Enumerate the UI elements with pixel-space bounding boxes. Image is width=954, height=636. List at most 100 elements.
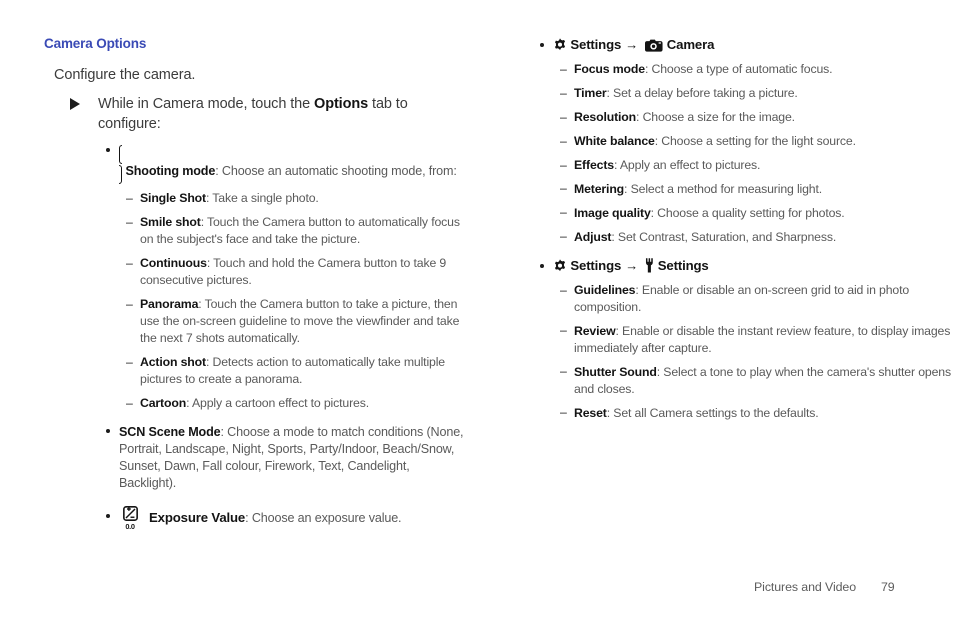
exposure-value-term: Exposure Value bbox=[149, 509, 246, 525]
dash-bullet-icon: – bbox=[126, 190, 133, 205]
setting-term: Review bbox=[574, 323, 616, 338]
setting-term: Adjust bbox=[574, 229, 612, 244]
shooting-mode-desc: : Choose an automatic shooting mode, fro… bbox=[215, 164, 457, 179]
mode-term: Cartoon bbox=[140, 396, 187, 411]
dash-bullet-icon: – bbox=[560, 229, 567, 244]
setting-term: Shutter Sound bbox=[574, 364, 657, 379]
dash-bullet-icon: – bbox=[126, 214, 133, 229]
list-item: – Adjust: Set Contrast, Saturation, and … bbox=[560, 229, 952, 246]
list-item: – Continuous: Touch and hold the Camera … bbox=[126, 255, 464, 289]
setting-desc: : Enable or disable the instant review f… bbox=[574, 323, 951, 355]
setting-term: Resolution bbox=[574, 110, 637, 125]
dash-bullet-icon: – bbox=[560, 282, 567, 297]
list-item: – Resolution: Choose a size for the imag… bbox=[560, 109, 952, 126]
list-item: – Guidelines: Enable or disable an on-sc… bbox=[560, 282, 952, 316]
dash-bullet-icon: – bbox=[560, 364, 567, 379]
triangle-bullet-icon bbox=[70, 98, 80, 110]
manual-page: Camera Options Configure the camera. Whi… bbox=[0, 0, 954, 636]
setting-term: White balance bbox=[574, 134, 655, 149]
bullet-dot-icon bbox=[106, 513, 110, 518]
intro-text: Configure the camera. bbox=[54, 67, 196, 83]
mode-term: Smile shot bbox=[140, 215, 201, 230]
list-item: – White balance: Choose a setting for th… bbox=[560, 133, 952, 150]
footer-chapter: Pictures and Video bbox=[754, 580, 856, 594]
setting-term: Metering bbox=[574, 181, 625, 196]
setting-desc: : Choose a quality setting for photos. bbox=[650, 205, 845, 220]
mode-desc: : Apply a cartoon effect to pictures. bbox=[186, 396, 369, 411]
footer-page-number: 79 bbox=[881, 580, 895, 594]
page-title: Camera Options bbox=[44, 36, 147, 51]
dash-bullet-icon: – bbox=[560, 109, 567, 124]
gear-icon bbox=[553, 38, 570, 52]
mode-term: Continuous bbox=[140, 256, 207, 271]
list-item: – Timer: Set a delay before taking a pic… bbox=[560, 85, 952, 102]
shooting-mode-term: Shooting mode bbox=[125, 164, 216, 179]
setting-desc: : Choose a size for the image. bbox=[636, 110, 795, 125]
dash-bullet-icon: – bbox=[560, 85, 567, 100]
mode-term: Action shot bbox=[140, 355, 206, 370]
list-item: – Metering: Select a method for measurin… bbox=[560, 181, 952, 198]
setting-term: Focus mode bbox=[574, 62, 645, 77]
list-item: – Shutter Sound: Select a tone to play w… bbox=[560, 364, 952, 398]
setting-desc: : Choose a setting for the light source. bbox=[654, 134, 856, 149]
list-item: – Single Shot: Take a single photo. bbox=[126, 190, 464, 207]
scene-mode-item: SCN Scene Mode: Choose a mode to match c… bbox=[106, 424, 464, 493]
list-item: – Review: Enable or disable the instant … bbox=[560, 323, 952, 357]
setting-desc: : Choose a type of automatic focus. bbox=[644, 62, 833, 77]
dash-bullet-icon: – bbox=[126, 395, 133, 410]
setting-term: Effects bbox=[574, 158, 614, 172]
setting-term: Reset bbox=[574, 405, 607, 420]
settings-label-1: Settings bbox=[570, 37, 622, 52]
setting-desc: : Set all Camera settings to the default… bbox=[606, 405, 819, 420]
shooting-mode-icon bbox=[119, 144, 122, 184]
settings-label-2: Camera bbox=[666, 37, 715, 52]
setting-desc: : Set Contrast, Saturation, and Sharpnes… bbox=[611, 229, 837, 244]
instruction-item: While in Camera mode, touch the Options … bbox=[70, 95, 464, 134]
list-item: – Effects: Apply an effect to pictures. bbox=[560, 157, 952, 174]
settings-settings-heading: Settings → Settings bbox=[540, 257, 952, 275]
right-column: Settings → Camera – Focus mode: Choose a … bbox=[532, 0, 952, 422]
list-item: – Reset: Set all Camera settings to the … bbox=[560, 405, 952, 422]
setting-desc: : Select a method for measuring light. bbox=[624, 181, 823, 196]
shooting-mode-item: Shooting mode: Choose an automatic shoot… bbox=[106, 143, 464, 184]
list-item: – Image quality: Choose a quality settin… bbox=[560, 205, 952, 222]
camera-icon bbox=[642, 38, 667, 52]
mode-desc: : Take a single photo. bbox=[205, 191, 319, 206]
arrow-right-icon: → bbox=[625, 37, 639, 52]
settings-label-1: Settings bbox=[570, 257, 622, 273]
arrow-right-icon: → bbox=[625, 257, 639, 273]
dash-bullet-icon: – bbox=[560, 205, 567, 220]
left-column: Camera Options Configure the camera. Whi… bbox=[44, 0, 464, 531]
dash-bullet-icon: – bbox=[560, 405, 567, 420]
list-item: – Focus mode: Choose a type of automatic… bbox=[560, 61, 952, 78]
scene-mode-term: SCN Scene Mode bbox=[119, 425, 221, 440]
list-item: – Cartoon: Apply a cartoon effect to pic… bbox=[126, 395, 464, 412]
wrench-icon bbox=[642, 258, 658, 273]
bullet-dot-icon bbox=[106, 148, 110, 153]
list-item: – Action shot: Detects action to automat… bbox=[126, 354, 464, 388]
mode-term: Single Shot bbox=[140, 191, 206, 206]
dash-bullet-icon: – bbox=[560, 323, 567, 338]
exposure-value-icon: 0.0 bbox=[119, 505, 141, 531]
exposure-value-desc: : Choose an exposure value. bbox=[245, 510, 402, 525]
instruction-bold-options: Options bbox=[314, 96, 369, 112]
bullet-dot-icon bbox=[106, 429, 110, 434]
instruction-text-before: While in Camera mode, touch the bbox=[98, 96, 315, 112]
settings-camera-heading: Settings → Camera bbox=[540, 36, 952, 54]
settings-label-2: Settings bbox=[657, 257, 709, 273]
setting-term: Image quality bbox=[574, 205, 651, 220]
dash-bullet-icon: – bbox=[560, 181, 567, 196]
bullet-dot-icon bbox=[540, 43, 544, 47]
gear-icon bbox=[553, 259, 570, 273]
bullet-dot-icon bbox=[540, 263, 544, 268]
setting-desc: : Apply an effect to pictures. bbox=[613, 158, 761, 172]
dash-bullet-icon: – bbox=[126, 255, 133, 270]
list-item: – Panorama: Touch the Camera button to t… bbox=[126, 296, 464, 347]
setting-term: Guidelines bbox=[574, 283, 636, 297]
setting-term: Timer bbox=[574, 86, 607, 101]
dash-bullet-icon: – bbox=[560, 157, 567, 172]
mode-term: Panorama bbox=[140, 297, 199, 312]
dash-bullet-icon: – bbox=[126, 354, 133, 369]
setting-desc: : Set a delay before taking a picture. bbox=[606, 86, 798, 101]
list-item: – Smile shot: Touch the Camera button to… bbox=[126, 214, 464, 248]
